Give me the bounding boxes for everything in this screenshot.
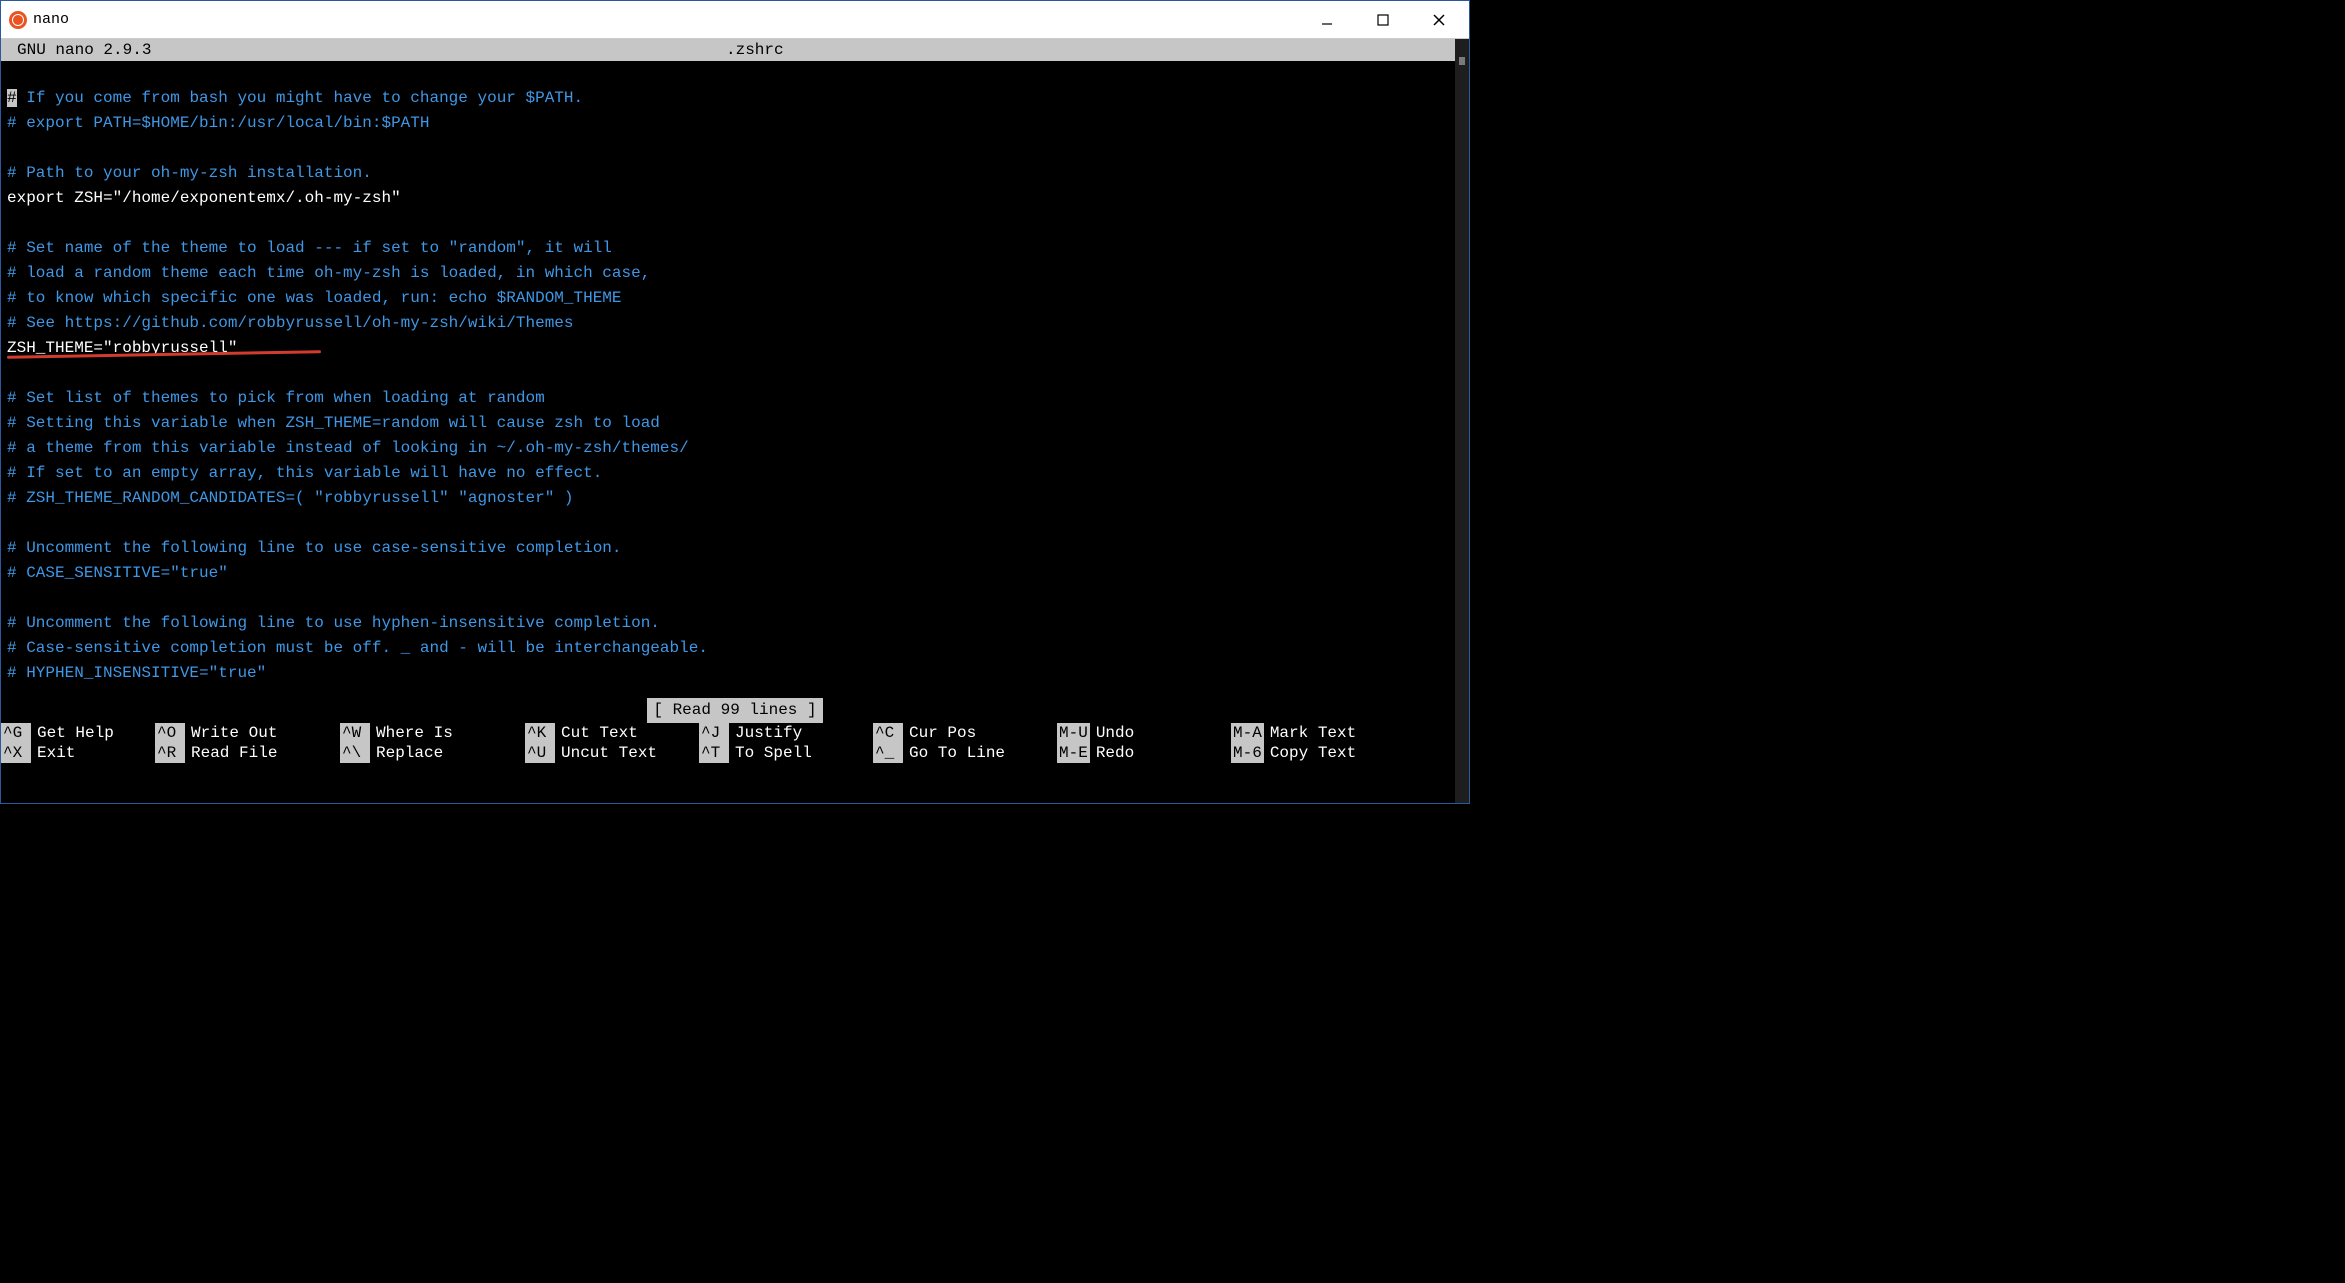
- editor-line: # If set to an empty array, this variabl…: [1, 461, 1469, 486]
- editor-line: [1, 361, 1469, 386]
- editor-line: # If you come from bash you might have t…: [1, 86, 1469, 111]
- editor-line: # Set list of themes to pick from when l…: [1, 386, 1469, 411]
- shortcut-item: ^GGet Help: [1, 723, 155, 743]
- window-title: nano: [33, 11, 69, 28]
- nano-header: GNU nano 2.9.3 .zshrc: [1, 39, 1469, 61]
- shortcut-key: M-U: [1057, 723, 1090, 743]
- editor-line: # Path to your oh-my-zsh installation.: [1, 161, 1469, 186]
- shortcut-label: Mark Text: [1264, 723, 1356, 743]
- editor-line: [1, 136, 1469, 161]
- editor-line: # export PATH=$HOME/bin:/usr/local/bin:$…: [1, 111, 1469, 136]
- shortcut-item: ^JJustify: [699, 723, 873, 743]
- shortcut-label: Uncut Text: [555, 743, 657, 763]
- shortcut-item: M-6Copy Text: [1231, 743, 1455, 763]
- shortcut-key: ^J: [699, 723, 729, 743]
- shortcut-label: Justify: [729, 723, 802, 743]
- shortcut-label: Redo: [1090, 743, 1134, 763]
- shortcut-item: M-ERedo: [1057, 743, 1231, 763]
- shortcut-key: ^\: [340, 743, 370, 763]
- shortcut-label: Where Is: [370, 723, 453, 743]
- shortcut-label: Write Out: [185, 723, 277, 743]
- window-controls: [1313, 6, 1461, 34]
- shortcut-key: M-E: [1057, 743, 1090, 763]
- shortcut-label: Replace: [370, 743, 443, 763]
- editor-line: # See https://github.com/robbyrussell/oh…: [1, 311, 1469, 336]
- shortcut-row-2: ^XExit^RRead File^\Replace^UUncut Text^T…: [1, 743, 1455, 763]
- editor-line: ZSH_THEME="robbyrussell": [1, 336, 1469, 361]
- shortcut-key: ^O: [155, 723, 185, 743]
- scrollbar-thumb[interactable]: [1459, 57, 1465, 65]
- shortcut-item: ^OWrite Out: [155, 723, 340, 743]
- text-cursor: #: [7, 89, 17, 107]
- shortcut-item: ^RRead File: [155, 743, 340, 763]
- shortcut-key: ^W: [340, 723, 370, 743]
- editor-line: # Set name of the theme to load --- if s…: [1, 236, 1469, 261]
- shortcut-label: Go To Line: [903, 743, 1005, 763]
- shortcut-item: ^UUncut Text: [525, 743, 699, 763]
- shortcut-row-1: ^GGet Help^OWrite Out^WWhere Is^KCut Tex…: [1, 723, 1455, 743]
- editor-line: # Uncomment the following line to use ca…: [1, 536, 1469, 561]
- shortcut-item: ^CCur Pos: [873, 723, 1057, 743]
- editor-line: # to know which specific one was loaded,…: [1, 286, 1469, 311]
- window-titlebar: nano: [1, 1, 1469, 39]
- shortcut-item: ^\Replace: [340, 743, 525, 763]
- shortcut-key: ^_: [873, 743, 903, 763]
- shortcut-key: ^R: [155, 743, 185, 763]
- editor-line: [1, 211, 1469, 236]
- editor-line: export ZSH="/home/exponentemx/.oh-my-zsh…: [1, 186, 1469, 211]
- ubuntu-icon: [9, 11, 27, 29]
- shortcut-key: ^U: [525, 743, 555, 763]
- editor-line: # Case-sensitive completion must be off.…: [1, 636, 1469, 661]
- shortcut-item: ^_Go To Line: [873, 743, 1057, 763]
- minimize-button[interactable]: [1313, 6, 1341, 34]
- editor-line: # HYPHEN_INSENSITIVE="true": [1, 661, 1469, 686]
- scrollbar[interactable]: [1455, 39, 1469, 803]
- shortcut-label: Get Help: [31, 723, 114, 743]
- editor-line: # CASE_SENSITIVE="true": [1, 561, 1469, 586]
- shortcut-key: ^X: [1, 743, 31, 763]
- shortcut-label: Cut Text: [555, 723, 638, 743]
- shortcut-label: Exit: [31, 743, 75, 763]
- editor-line: # Uncomment the following line to use hy…: [1, 611, 1469, 636]
- editor-line: # load a random theme each time oh-my-zs…: [1, 261, 1469, 286]
- shortcut-label: Read File: [185, 743, 277, 763]
- editor-line: # ZSH_THEME_RANDOM_CANDIDATES=( "robbyru…: [1, 486, 1469, 511]
- shortcut-item: ^WWhere Is: [340, 723, 525, 743]
- shortcut-item: M-UUndo: [1057, 723, 1231, 743]
- shortcut-bar: ^GGet Help^OWrite Out^WWhere Is^KCut Tex…: [1, 723, 1455, 763]
- status-bar: [ Read 99 lines ]: [1, 698, 1469, 723]
- editor-line: [1, 511, 1469, 536]
- editor-line: # a theme from this variable instead of …: [1, 436, 1469, 461]
- shortcut-item: M-AMark Text: [1231, 723, 1455, 743]
- shortcut-key: ^K: [525, 723, 555, 743]
- maximize-button[interactable]: [1369, 6, 1397, 34]
- shortcut-key: M-6: [1231, 743, 1264, 763]
- shortcut-key: ^G: [1, 723, 31, 743]
- editor-line: [1, 586, 1469, 611]
- shortcut-key: ^T: [699, 743, 729, 763]
- editor-line: # Setting this variable when ZSH_THEME=r…: [1, 411, 1469, 436]
- shortcut-label: Cur Pos: [903, 723, 976, 743]
- shortcut-key: M-A: [1231, 723, 1264, 743]
- shortcut-label: To Spell: [729, 743, 812, 763]
- close-button[interactable]: [1425, 6, 1453, 34]
- shortcut-item: ^KCut Text: [525, 723, 699, 743]
- editor-area[interactable]: # If you come from bash you might have t…: [1, 61, 1469, 763]
- shortcut-label: Copy Text: [1264, 743, 1356, 763]
- shortcut-item: ^TTo Spell: [699, 743, 873, 763]
- nano-filename: .zshrc: [726, 41, 1469, 59]
- shortcut-key: ^C: [873, 723, 903, 743]
- shortcut-label: Undo: [1090, 723, 1134, 743]
- status-message: [ Read 99 lines ]: [647, 698, 822, 723]
- nano-app-label: GNU nano 2.9.3: [1, 41, 726, 59]
- shortcut-item: ^XExit: [1, 743, 155, 763]
